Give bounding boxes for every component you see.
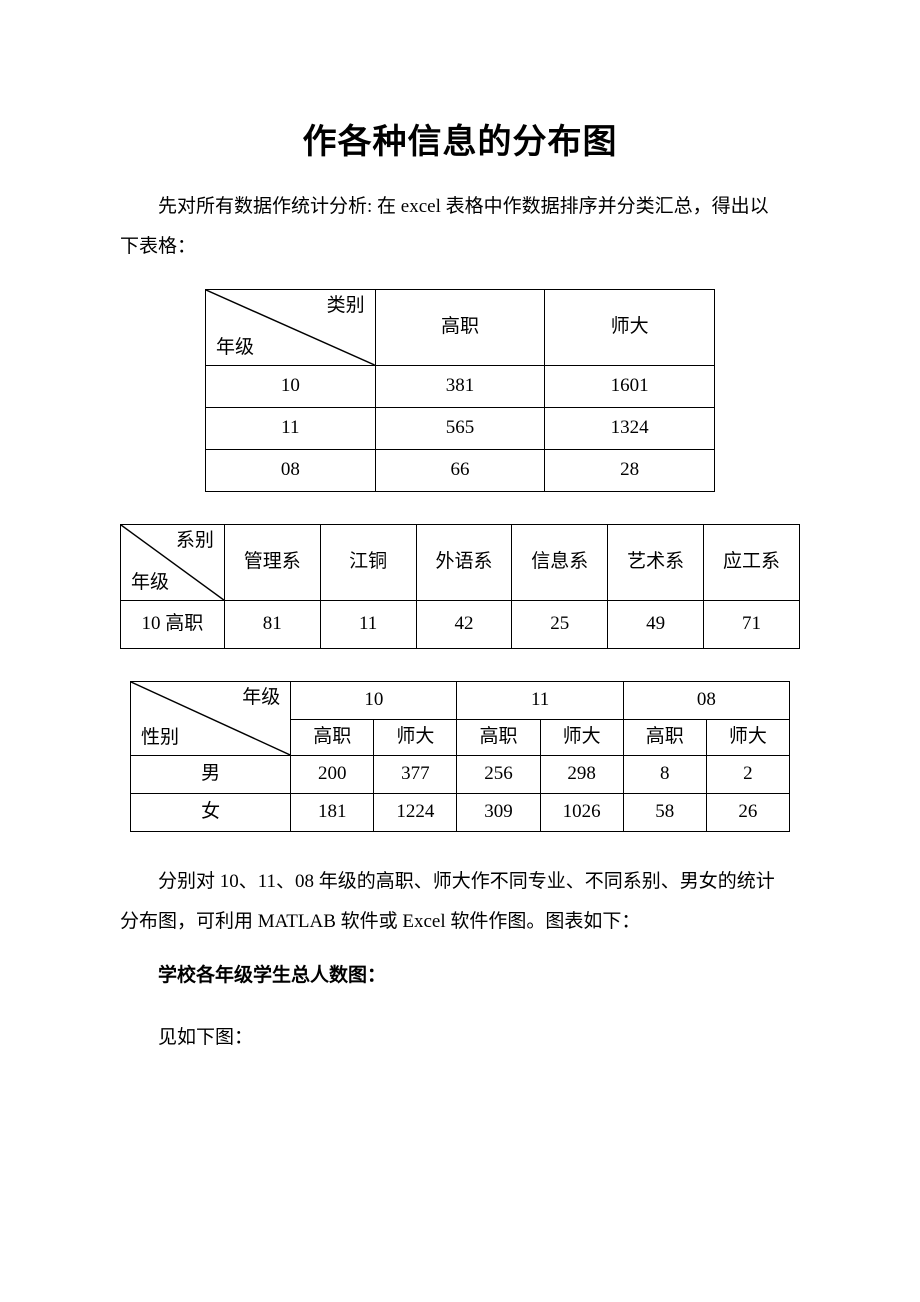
col-header: 管理系 xyxy=(224,524,320,600)
table-gender-grade: 年级 性别 10 11 08 高职 师大 高职 师大 高职 师大 男 200 3… xyxy=(130,681,790,832)
cell: 200 xyxy=(291,755,374,793)
cell: 1026 xyxy=(540,793,623,831)
table-row: 08 66 28 xyxy=(206,449,715,491)
col-header: 外语系 xyxy=(416,524,512,600)
diag-header: 类别 年级 xyxy=(206,289,376,365)
table-header-row: 年级 性别 10 11 08 xyxy=(131,681,790,719)
cell: 11 xyxy=(320,600,416,648)
cell: 565 xyxy=(375,407,545,449)
page-title: 作各种信息的分布图 xyxy=(120,110,800,175)
table-row: 10 高职 81 11 42 25 49 71 xyxy=(121,600,800,648)
table-row: 女 181 1224 309 1026 58 26 xyxy=(131,793,790,831)
table-row: 男 200 377 256 298 8 2 xyxy=(131,755,790,793)
intro-text-2: 下表格： xyxy=(120,236,196,257)
sub-header: 师大 xyxy=(540,719,623,755)
mid-paragraph-cont: 分布图，可利用 MATLAB 软件或 Excel 软件作图。图表如下： xyxy=(120,904,800,940)
intro-paragraph-cont: 下表格： xyxy=(120,229,800,265)
sub-header: 高职 xyxy=(457,719,540,755)
col-header: 师大 xyxy=(545,289,715,365)
cell: 66 xyxy=(375,449,545,491)
section-heading: 学校各年级学生总人数图： xyxy=(120,958,800,994)
cell: 25 xyxy=(512,600,608,648)
sub-header: 高职 xyxy=(291,719,374,755)
cell: 256 xyxy=(457,755,540,793)
diag-top-label: 年级 xyxy=(242,686,280,711)
cell: 28 xyxy=(545,449,715,491)
cell: 81 xyxy=(224,600,320,648)
col-header: 艺术系 xyxy=(608,524,704,600)
cell: 49 xyxy=(608,600,704,648)
cell: 1601 xyxy=(545,365,715,407)
cell: 71 xyxy=(704,600,800,648)
cell: 309 xyxy=(457,793,540,831)
diag-header: 系别 年级 xyxy=(121,524,225,600)
intro-paragraph: 先对所有数据作统计分析: 在 excel 表格中作数据排序并分类汇总，得出以 xyxy=(120,189,800,225)
group-header: 11 xyxy=(457,681,623,719)
col-header: 信息系 xyxy=(512,524,608,600)
diag-top-label: 系别 xyxy=(176,529,214,554)
table-category-grade: 类别 年级 高职 师大 10 381 1601 11 565 1324 08 6… xyxy=(205,289,715,492)
mid-text-2: 分布图，可利用 MATLAB 软件或 Excel 软件作图。图表如下： xyxy=(120,911,640,932)
table-row: 10 381 1601 xyxy=(206,365,715,407)
col-header: 江铜 xyxy=(320,524,416,600)
col-header: 高职 xyxy=(375,289,545,365)
cell: 1324 xyxy=(545,407,715,449)
cell: 26 xyxy=(706,793,789,831)
group-header: 10 xyxy=(291,681,457,719)
see-below: 见如下图： xyxy=(120,1020,800,1056)
sub-header: 高职 xyxy=(623,719,706,755)
row-label: 08 xyxy=(206,449,376,491)
table-header-row: 系别 年级 管理系 江铜 外语系 信息系 艺术系 应工系 xyxy=(121,524,800,600)
diag-bottom-label: 年级 xyxy=(216,336,254,361)
row-label: 10 高职 xyxy=(121,600,225,648)
table-department-grade: 系别 年级 管理系 江铜 外语系 信息系 艺术系 应工系 10 高职 81 11… xyxy=(120,524,800,649)
row-label: 女 xyxy=(131,793,291,831)
cell: 2 xyxy=(706,755,789,793)
group-header: 08 xyxy=(623,681,789,719)
col-header: 应工系 xyxy=(704,524,800,600)
mid-text-1: 分别对 10、11、08 年级的高职、师大作不同专业、不同系别、男女的统计 xyxy=(158,871,775,892)
cell: 58 xyxy=(623,793,706,831)
cell: 42 xyxy=(416,600,512,648)
row-label: 男 xyxy=(131,755,291,793)
diag-bottom-label: 性别 xyxy=(141,726,179,751)
sub-header: 师大 xyxy=(374,719,457,755)
cell: 181 xyxy=(291,793,374,831)
table-row: 11 565 1324 xyxy=(206,407,715,449)
mid-paragraph: 分别对 10、11、08 年级的高职、师大作不同专业、不同系别、男女的统计 xyxy=(120,864,800,900)
row-label: 11 xyxy=(206,407,376,449)
cell: 381 xyxy=(375,365,545,407)
diag-header: 年级 性别 xyxy=(131,681,291,755)
cell: 377 xyxy=(374,755,457,793)
intro-text-1: 先对所有数据作统计分析: 在 excel 表格中作数据排序并分类汇总，得出以 xyxy=(158,196,769,217)
cell: 1224 xyxy=(374,793,457,831)
sub-header: 师大 xyxy=(706,719,789,755)
cell: 8 xyxy=(623,755,706,793)
diag-bottom-label: 年级 xyxy=(131,571,169,596)
row-label: 10 xyxy=(206,365,376,407)
table-header-row: 类别 年级 高职 师大 xyxy=(206,289,715,365)
diag-top-label: 类别 xyxy=(327,294,365,319)
cell: 298 xyxy=(540,755,623,793)
